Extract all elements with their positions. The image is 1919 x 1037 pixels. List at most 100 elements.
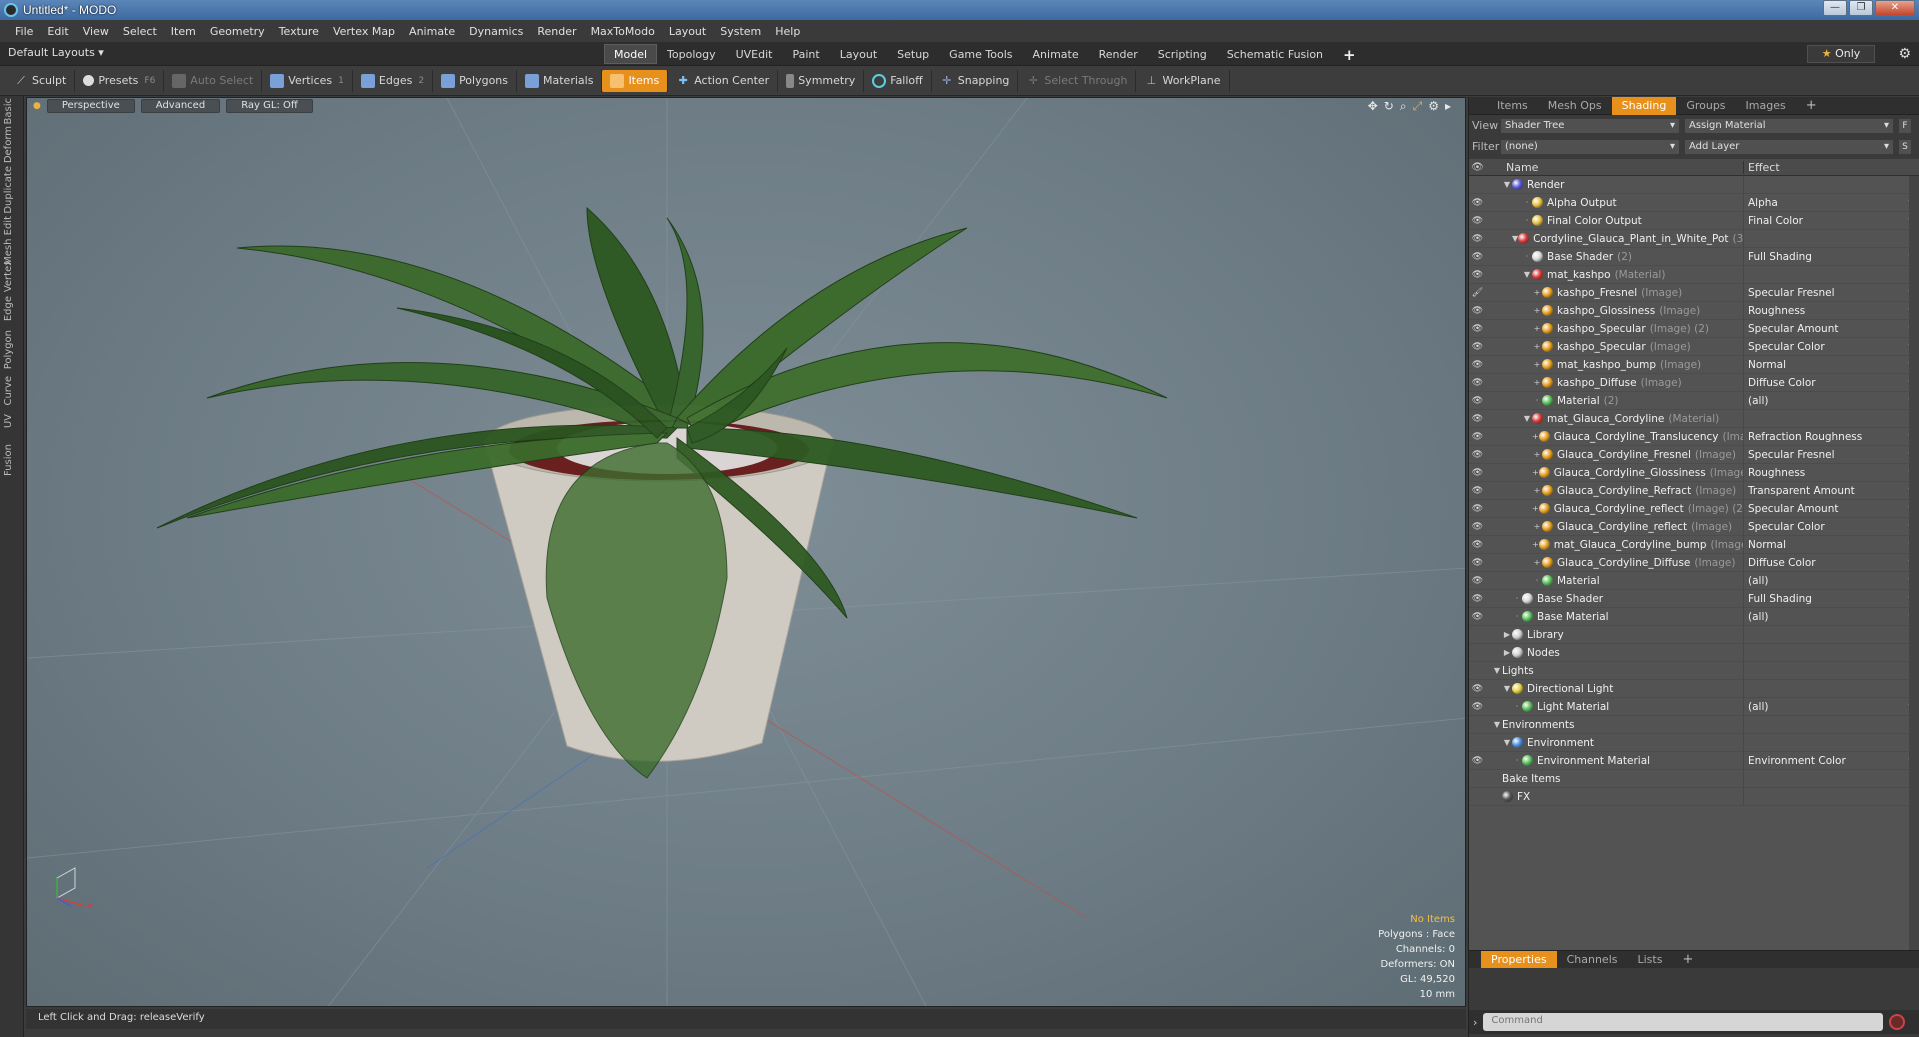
expand-toggle-icon[interactable]: +: [1532, 324, 1542, 333]
tree-row[interactable]: ▼ Environment: [1469, 733, 1919, 752]
visibility-toggle-icon[interactable]: 👁: [1469, 198, 1486, 208]
visibility-toggle-icon[interactable]: 👁: [1469, 252, 1486, 262]
tree-row[interactable]: 👁 + kashpo_Specular (Image) (2) Specular Amo…: [1469, 319, 1919, 338]
tree-row[interactable]: ▼ Environments: [1469, 715, 1919, 734]
menu-system[interactable]: System: [713, 25, 768, 38]
visibility-toggle-icon[interactable]: 👁: [1469, 576, 1486, 586]
visibility-toggle-icon[interactable]: 👁: [1469, 594, 1486, 604]
expand-toggle-icon[interactable]: +: [1532, 540, 1539, 549]
tree-row[interactable]: ▼ Render: [1469, 176, 1919, 194]
visibility-toggle-icon[interactable]: 👁: [1469, 432, 1486, 442]
visibility-toggle-icon[interactable]: 👁: [1469, 270, 1486, 280]
menu-maxtomodo[interactable]: MaxToModo: [584, 25, 662, 38]
visibility-toggle-icon[interactable]: 👁: [1469, 684, 1486, 694]
assign-material-dropdown[interactable]: Assign Material: [1684, 117, 1894, 134]
symmetry-button[interactable]: Symmetry: [778, 69, 865, 92]
visibility-toggle-icon[interactable]: 👁: [1469, 522, 1486, 532]
only-button[interactable]: ★ Only: [1807, 45, 1875, 63]
expand-toggle-icon[interactable]: ▼: [1522, 414, 1532, 423]
expand-toggle-icon[interactable]: +: [1532, 378, 1542, 387]
visibility-toggle-icon[interactable]: 👁: [1469, 378, 1486, 388]
panel-tab-shading[interactable]: Shading: [1611, 96, 1677, 115]
filter-dropdown[interactable]: (none): [1500, 138, 1680, 155]
maximize-button[interactable]: ❐: [1849, 0, 1873, 16]
effect-cell[interactable]: (all)▾: [1744, 572, 1919, 590]
visibility-toggle-icon[interactable]: 👁: [1469, 342, 1486, 352]
sculpt-button[interactable]: ⟋ Sculpt: [6, 69, 76, 92]
expand-toggle-icon[interactable]: +: [1532, 288, 1542, 297]
expand-toggle-icon[interactable]: ▼: [1502, 738, 1512, 747]
effect-cell[interactable]: Full Shading▾: [1744, 248, 1919, 266]
effect-cell[interactable]: Specular Amount▾: [1744, 500, 1919, 518]
3d-viewport[interactable]: x ● Perspective Advanced Ray GL: Off ✥ ↻…: [26, 97, 1466, 1007]
zoom-icon[interactable]: ⌕: [1400, 99, 1407, 114]
expand-toggle-icon[interactable]: +: [1532, 486, 1542, 495]
tree-row[interactable]: 👁 + kashpo_Diffuse(Image) Diffuse Color▾: [1469, 373, 1919, 392]
panel-tab-add[interactable]: +: [1796, 97, 1827, 115]
panel-tab-mesh-ops[interactable]: Mesh Ops: [1538, 97, 1612, 115]
tree-row[interactable]: 👁 + kashpo_Specular(Image) Specular Color▾: [1469, 337, 1919, 356]
tree-row[interactable]: 👁+Glauca_Cordyline_Translucency(Ima...Re…: [1469, 427, 1919, 446]
expand-toggle-icon[interactable]: +: [1532, 432, 1539, 441]
tree-row[interactable]: 👁 · Final Color Output Final Color▾: [1469, 211, 1919, 230]
effect-cell[interactable]: Diffuse Color▾: [1744, 554, 1919, 572]
visibility-toggle-icon[interactable]: 👁: [1469, 450, 1486, 460]
tree-row[interactable]: 👁▼Cordyline_Glauca_Plant_in_White_Pot(3)…: [1469, 229, 1919, 248]
effect-cell[interactable]: Refraction Roughness▾: [1744, 428, 1919, 446]
raygl-button[interactable]: Ray GL: Off: [226, 99, 313, 113]
menu-layout[interactable]: Layout: [662, 25, 713, 38]
left-tab-mesh-edit[interactable]: Mesh Edit: [3, 216, 21, 265]
visibility-toggle-icon[interactable]: 👁: [1469, 504, 1486, 514]
tree-row[interactable]: 👁 · Base Material (all)▾: [1469, 607, 1919, 626]
visibility-toggle-icon[interactable]: 👁: [1469, 306, 1486, 316]
add-layout-tab-button[interactable]: +: [1333, 44, 1366, 64]
expand-toggle-icon[interactable]: ▶: [1502, 630, 1512, 639]
effect-cell[interactable]: Normal▾: [1744, 356, 1919, 374]
visibility-toggle-icon[interactable]: 👁: [1469, 540, 1486, 550]
visibility-toggle-icon[interactable]: 👁: [1469, 396, 1486, 406]
effect-cell[interactable]: Specular Color▾: [1744, 338, 1919, 356]
visibility-toggle-icon[interactable]: 👁: [1469, 486, 1486, 496]
layout-tab-scripting[interactable]: Scripting: [1148, 44, 1217, 64]
tree-row[interactable]: 👁 · Alpha Output Alpha▾: [1469, 193, 1919, 212]
tree-row[interactable]: 👁 · Base Shader(2) Full Shading▾: [1469, 247, 1919, 266]
effect-cell[interactable]: Specular Amount▾: [1744, 320, 1919, 338]
expand-toggle-icon[interactable]: +: [1532, 360, 1542, 369]
visibility-toggle-icon[interactable]: 👁: [1469, 234, 1486, 244]
left-tab-edge[interactable]: Edge: [3, 296, 21, 321]
action-center-button[interactable]: ✚ Action Center: [668, 69, 779, 92]
visibility-toggle-icon[interactable]: 👁: [1469, 360, 1486, 370]
rotate-icon[interactable]: ↻: [1384, 99, 1394, 114]
expand-toggle-icon[interactable]: ·: [1512, 594, 1522, 603]
viewport-expand-icon[interactable]: ▸: [1445, 99, 1451, 114]
menu-edit[interactable]: Edit: [40, 25, 75, 38]
effect-cell[interactable]: (all)▾: [1744, 392, 1919, 410]
tree-row[interactable]: Bake Items: [1469, 769, 1919, 788]
vertices-button[interactable]: Vertices 1: [262, 69, 353, 92]
layout-tab-layout[interactable]: Layout: [830, 44, 887, 64]
visibility-toggle-icon[interactable]: 👁: [1469, 414, 1486, 424]
effect-cell[interactable]: Alpha▾: [1744, 194, 1919, 212]
menu-item[interactable]: Item: [164, 25, 203, 38]
expand-toggle-icon[interactable]: ·: [1522, 252, 1532, 261]
expand-toggle-icon[interactable]: ▼: [1492, 666, 1502, 675]
default-layouts-dropdown[interactable]: Default Layouts ▾: [8, 46, 104, 59]
minimize-button[interactable]: —: [1823, 0, 1847, 16]
effect-cell[interactable]: Transparent Amount▾: [1744, 482, 1919, 500]
tree-row[interactable]: 👁 + Glauca_Cordyline_Fresnel (Image) Specula…: [1469, 445, 1919, 464]
visibility-toggle-icon[interactable]: 👁: [1469, 558, 1486, 568]
left-tab-deform[interactable]: Deform: [3, 126, 21, 163]
effect-cell[interactable]: (all)▾: [1744, 698, 1919, 716]
select-through-button[interactable]: ✛ Select Through: [1018, 69, 1137, 92]
view-dropdown[interactable]: Shader Tree: [1500, 117, 1680, 134]
viewport-menu-dot[interactable]: ●: [33, 101, 41, 111]
pan-icon[interactable]: ✥: [1368, 99, 1378, 114]
layout-tab-setup[interactable]: Setup: [887, 44, 939, 64]
expand-toggle-icon[interactable]: ·: [1512, 612, 1522, 621]
tree-row[interactable]: 👁 + mat_kashpo_bump(Image) Normal▾: [1469, 355, 1919, 374]
bottom-tab-add[interactable]: +: [1672, 951, 1703, 969]
polygons-button[interactable]: Polygons: [433, 69, 518, 92]
visibility-toggle-icon[interactable]: 👁: [1469, 612, 1486, 622]
tree-row[interactable]: 👁 + Glauca_Cordyline_reflect (Image) (2) Spe…: [1469, 499, 1919, 518]
name-column-header[interactable]: Name: [1486, 160, 1744, 174]
